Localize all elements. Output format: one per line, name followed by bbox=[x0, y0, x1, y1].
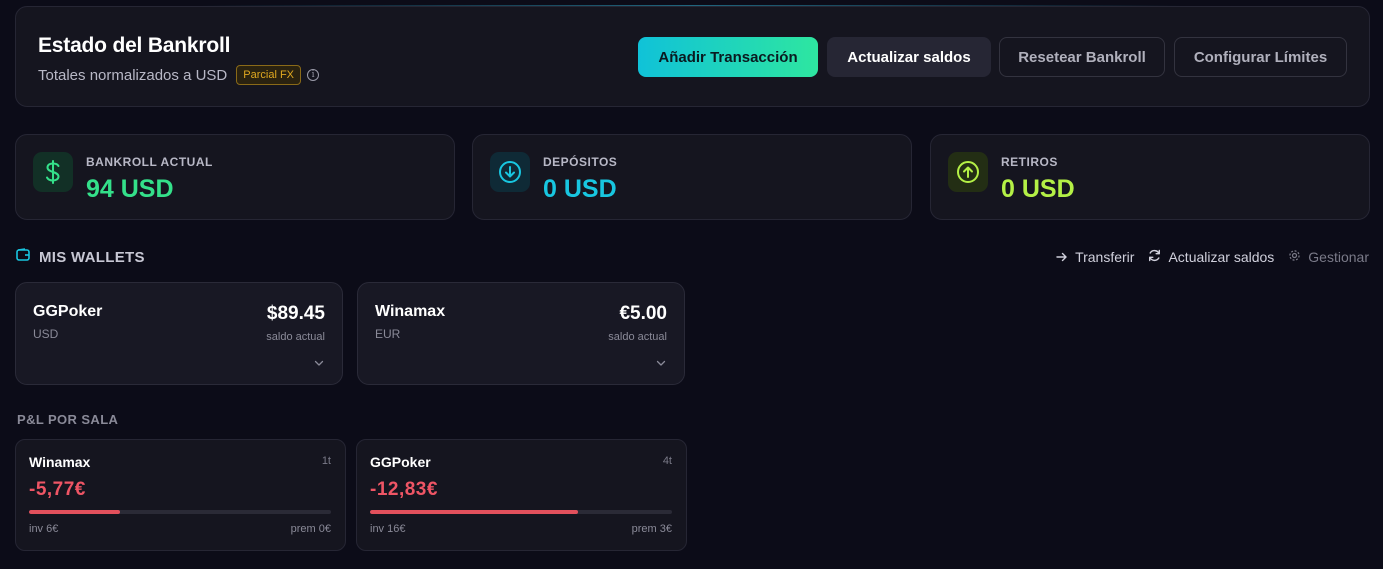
wallet-card-winamax[interactable]: Winamax EUR €5.00 saldo actual bbox=[357, 282, 685, 385]
section-title: MIS WALLETS bbox=[39, 248, 145, 266]
update-label: Actualizar saldos bbox=[1168, 249, 1275, 265]
stat-label: RETIROS bbox=[1001, 155, 1058, 169]
stat-label: DEPÓSITOS bbox=[543, 155, 618, 169]
stat-value: 0 USD bbox=[543, 175, 617, 203]
update-balances-link[interactable]: Actualizar saldos bbox=[1148, 249, 1274, 265]
room-name: GGPoker bbox=[370, 454, 431, 470]
gear-icon bbox=[1288, 249, 1301, 265]
reset-bankroll-button[interactable]: Resetear Bankroll bbox=[999, 37, 1165, 77]
wallet-balance-label: saldo actual bbox=[266, 331, 325, 343]
stat-value: 0 USD bbox=[1001, 175, 1075, 203]
pl-card-ggpoker: GGPoker 4t -12,83€ inv 16€ prem 3€ bbox=[356, 439, 687, 551]
chevron-down-icon[interactable] bbox=[656, 354, 666, 372]
wallet-balance: €5.00 bbox=[619, 303, 667, 324]
add-transaction-button[interactable]: Añadir Transacción bbox=[638, 37, 818, 77]
wallet-balance: $89.45 bbox=[266, 303, 325, 324]
room-prizes: prem 3€ bbox=[631, 523, 672, 535]
page-title: Estado del Bankroll bbox=[38, 34, 231, 57]
fx-status-badge: Parcial FX bbox=[236, 65, 302, 85]
dollar-icon bbox=[33, 152, 73, 192]
manage-button[interactable]: Gestionar bbox=[1288, 249, 1369, 265]
transfer-label: Transferir bbox=[1075, 249, 1135, 265]
bankroll-header: Estado del Bankroll Totales normalizados… bbox=[15, 6, 1370, 107]
arrow-up-circle-icon bbox=[948, 152, 988, 192]
room-pl-value: -5,77€ bbox=[29, 479, 86, 500]
chevron-down-icon[interactable] bbox=[314, 354, 324, 372]
pl-progress-fill bbox=[29, 510, 120, 514]
update-balances-button[interactable]: Actualizar saldos bbox=[827, 37, 991, 77]
configure-limits-button[interactable]: Configurar Límites bbox=[1174, 37, 1347, 77]
stat-card-bankroll: BANKROLL ACTUAL 94 USD bbox=[15, 134, 455, 220]
subtitle-text: Totales normalizados a USD bbox=[38, 66, 228, 84]
info-icon[interactable]: i bbox=[307, 69, 320, 81]
wallet-currency: EUR bbox=[375, 327, 401, 341]
pl-progress-fill bbox=[370, 510, 579, 514]
stat-card-deposits: DEPÓSITOS 0 USD bbox=[472, 134, 912, 220]
wallet-name: GGPoker bbox=[33, 303, 103, 320]
tournament-count: 1t bbox=[321, 455, 331, 467]
room-invested: inv 6€ bbox=[29, 523, 59, 535]
wallet-icon bbox=[16, 248, 30, 266]
arrow-down-circle-icon bbox=[490, 152, 530, 192]
pl-progress-bar bbox=[29, 510, 331, 514]
room-prizes: prem 0€ bbox=[290, 523, 331, 535]
manage-label: Gestionar bbox=[1308, 249, 1369, 265]
pl-progress-bar bbox=[370, 510, 672, 514]
pl-card-winamax: Winamax 1t -5,77€ inv 6€ prem 0€ bbox=[15, 439, 346, 551]
room-pl-value: -12,83€ bbox=[370, 479, 438, 500]
tournament-count: 4t bbox=[662, 455, 672, 467]
stat-card-withdrawals: RETIROS 0 USD bbox=[930, 134, 1370, 220]
wallets-section-header: MIS WALLETS bbox=[16, 248, 145, 266]
wallet-balance-label: saldo actual bbox=[608, 331, 667, 343]
pl-section-title: P&L POR SALA bbox=[17, 412, 119, 427]
room-name: Winamax bbox=[29, 454, 91, 470]
wallet-currency: USD bbox=[33, 327, 59, 341]
arrow-right-icon bbox=[1056, 249, 1068, 265]
transfer-button[interactable]: Transferir bbox=[1056, 249, 1134, 265]
wallet-card-ggpoker[interactable]: GGPoker USD $89.45 saldo actual bbox=[15, 282, 343, 385]
stat-value: 94 USD bbox=[86, 175, 174, 203]
wallet-name: Winamax bbox=[375, 303, 446, 320]
wallet-actions: Transferir Actualizar saldos Gestionar bbox=[1056, 249, 1369, 265]
refresh-icon bbox=[1148, 249, 1161, 265]
stat-label: BANKROLL ACTUAL bbox=[86, 155, 213, 169]
room-invested: inv 16€ bbox=[370, 523, 406, 535]
page-subtitle: Totales normalizados a USD Parcial FX i bbox=[38, 65, 320, 85]
